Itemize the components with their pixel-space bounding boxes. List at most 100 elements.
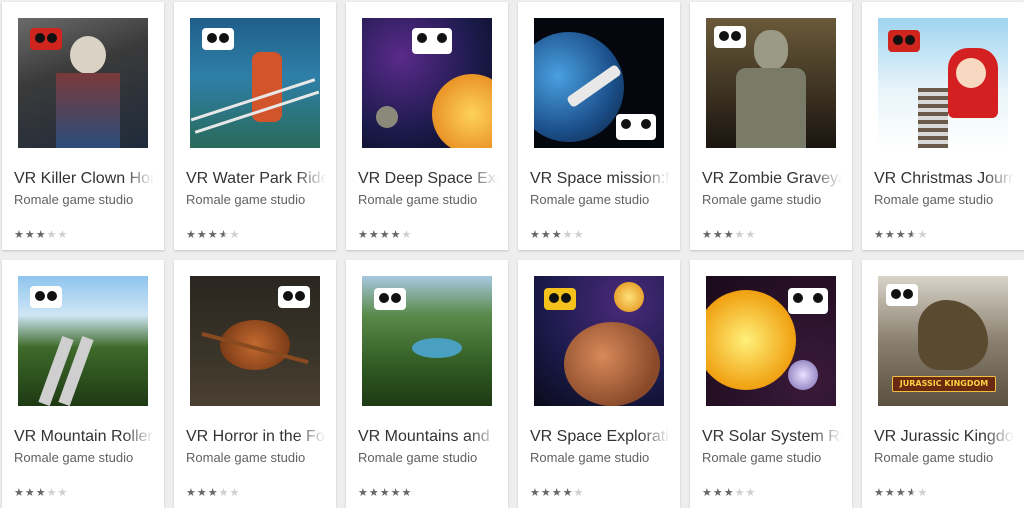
star-icon: ★ [229, 487, 241, 499]
app-card[interactable]: JURASSIC KINGDOM VR Jurassic Kingdo Roma… [862, 260, 1024, 508]
star-rating: ★★★★★ [702, 486, 756, 499]
app-developer[interactable]: Romale game studio [874, 450, 993, 465]
star-icon: ★ [358, 229, 369, 241]
app-card[interactable]: VR Solar System Ro Romale game studio ★★… [690, 260, 852, 508]
clown-body-shape [56, 73, 120, 148]
star-icon: ★ [186, 487, 197, 499]
star-icon: ★ [884, 229, 896, 241]
star-icon: ★ [46, 487, 58, 499]
star-icon: ★ [562, 229, 574, 241]
star-icon: ★ [745, 229, 757, 241]
vr-headset-icon [714, 26, 746, 48]
star-icon: ★ [24, 487, 36, 499]
star-icon: ★ [401, 487, 413, 499]
planet-shape [564, 322, 660, 406]
app-card[interactable]: VR Water Park Ride Romale game studio ★★… [174, 2, 336, 250]
app-developer[interactable]: Romale game studio [186, 450, 305, 465]
star-icon: ★ [917, 487, 929, 499]
app-developer[interactable]: Romale game studio [14, 192, 133, 207]
vr-headset-icon [30, 28, 62, 50]
title-fade [812, 166, 842, 190]
title-fade [812, 424, 842, 448]
app-thumbnail[interactable] [534, 276, 664, 406]
star-icon: ★ [14, 487, 25, 499]
star-icon: ★ [895, 229, 907, 241]
planet-shape [788, 360, 818, 390]
sun-shape [614, 282, 644, 312]
star-icon: ★ [229, 229, 241, 241]
star-rating: ★★★★★ [874, 486, 928, 499]
app-thumbnail[interactable] [190, 18, 320, 148]
santa-face-shape [956, 58, 986, 88]
app-thumbnail[interactable] [534, 18, 664, 148]
star-icon: ★ [530, 229, 541, 241]
star-icon: ★ [196, 487, 208, 499]
app-thumbnail[interactable] [878, 18, 1008, 148]
star-rating: ★★★★★ [358, 228, 412, 241]
star-icon: ★ [562, 487, 574, 499]
vr-headset-icon [202, 28, 234, 50]
star-icon: ★ [723, 487, 735, 499]
star-icon: ★ [218, 229, 230, 241]
star-icon: ★ [906, 487, 918, 499]
app-developer[interactable]: Romale game studio [14, 450, 133, 465]
app-card[interactable]: VR Space Exploratio Romale game studio ★… [518, 260, 680, 508]
app-card[interactable]: VR Horror in the For Romale game studio … [174, 260, 336, 508]
app-thumbnail[interactable] [190, 276, 320, 406]
app-card[interactable]: VR Deep Space Exp Romale game studio ★★★… [346, 2, 508, 250]
star-icon: ★ [540, 487, 552, 499]
vr-headset-icon [278, 286, 310, 308]
app-grid: VR Killer Clown Hor Romale game studio ★… [0, 0, 1024, 508]
app-developer[interactable]: Romale game studio [874, 192, 993, 207]
app-card[interactable]: VR Christmas Journ Romale game studio ★★… [862, 2, 1024, 250]
star-icon: ★ [734, 487, 746, 499]
star-icon: ★ [379, 229, 391, 241]
app-developer[interactable]: Romale game studio [358, 450, 477, 465]
star-rating: ★★★★★ [702, 228, 756, 241]
app-thumbnail[interactable] [362, 276, 492, 406]
star-rating: ★★★★★ [186, 228, 240, 241]
star-rating: ★★★★★ [14, 486, 68, 499]
title-fade [468, 424, 498, 448]
star-icon: ★ [874, 229, 885, 241]
app-thumbnail[interactable] [18, 276, 148, 406]
app-developer[interactable]: Romale game studio [702, 450, 821, 465]
app-card[interactable]: VR Zombie Graveya Romale game studio ★★★… [690, 2, 852, 250]
star-icon: ★ [895, 487, 907, 499]
app-thumbnail[interactable] [706, 276, 836, 406]
star-icon: ★ [401, 229, 413, 241]
zombie-head-shape [754, 30, 788, 70]
app-thumbnail[interactable] [706, 18, 836, 148]
app-developer[interactable]: Romale game studio [702, 192, 821, 207]
jurassic-kingdom-logo: JURASSIC KINGDOM [892, 376, 996, 392]
app-card[interactable]: VR Mountains and Romale game studio ★★★★… [346, 260, 508, 508]
title-fade [640, 166, 670, 190]
vr-headset-icon [888, 30, 920, 52]
app-developer[interactable]: Romale game studio [186, 192, 305, 207]
app-card[interactable]: VR Space mission:M Romale game studio ★★… [518, 2, 680, 250]
vr-headset-icon [544, 288, 576, 310]
app-developer[interactable]: Romale game studio [530, 450, 649, 465]
app-developer[interactable]: Romale game studio [358, 192, 477, 207]
star-icon: ★ [46, 229, 58, 241]
star-rating: ★★★★★ [530, 486, 584, 499]
vr-headset-icon [412, 28, 452, 54]
star-icon: ★ [35, 229, 47, 241]
vr-headset-icon [788, 288, 828, 314]
star-icon: ★ [186, 229, 197, 241]
star-icon: ★ [906, 229, 918, 241]
app-thumbnail[interactable]: JURASSIC KINGDOM [878, 276, 1008, 406]
star-icon: ★ [734, 229, 746, 241]
app-card[interactable]: VR Killer Clown Hor Romale game studio ★… [2, 2, 164, 250]
title-fade [296, 166, 326, 190]
app-thumbnail[interactable] [18, 18, 148, 148]
star-icon: ★ [390, 229, 402, 241]
app-card[interactable]: VR Mountain Roller Romale game studio ★★… [2, 260, 164, 508]
app-developer[interactable]: Romale game studio [530, 192, 649, 207]
app-thumbnail[interactable] [362, 18, 492, 148]
star-icon: ★ [723, 229, 735, 241]
star-icon: ★ [712, 229, 724, 241]
earth-shape [534, 32, 624, 142]
title-fade [468, 166, 498, 190]
star-rating: ★★★★★ [186, 486, 240, 499]
